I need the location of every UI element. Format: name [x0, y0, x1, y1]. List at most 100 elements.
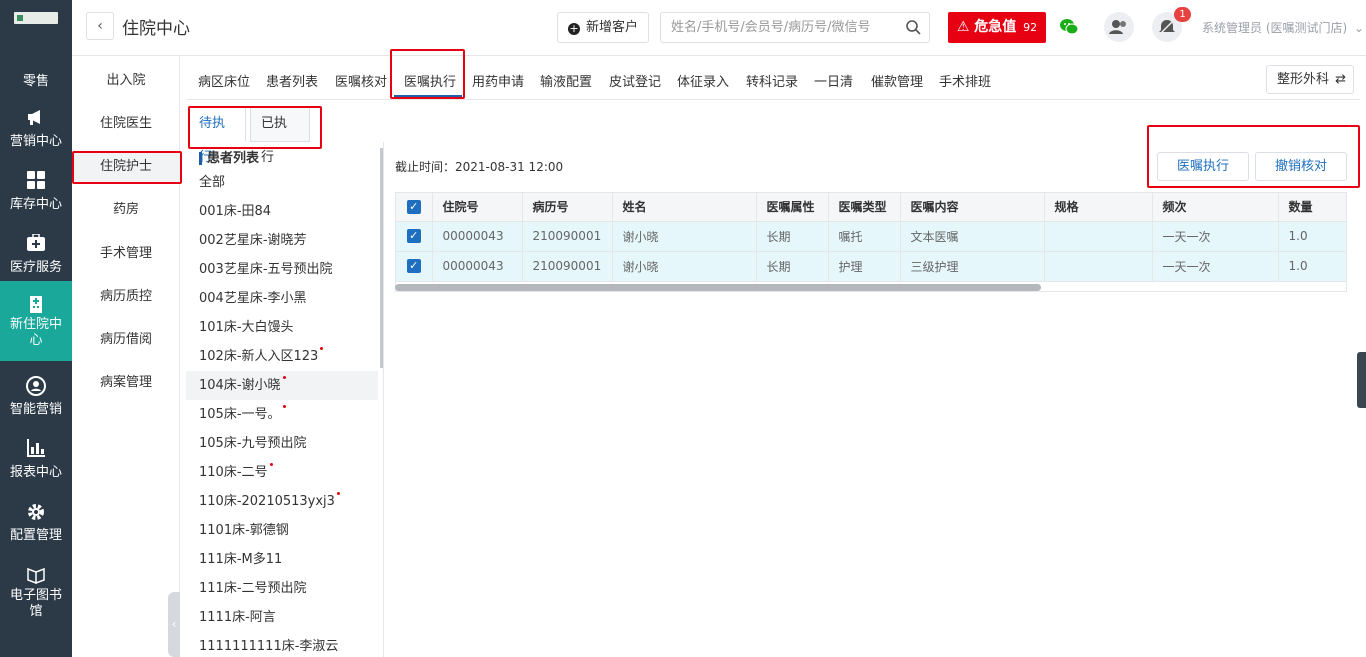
patient-list-item[interactable]: 104床-谢小晓 [186, 371, 378, 400]
main-sidebar: 零售 营销中心 库存中心 医疗服务 新住院中心 智能营销 报表中心 配置管理 电… [0, 0, 72, 657]
back-button[interactable]: ‹ [86, 12, 114, 40]
side-widget-handle[interactable] [1357, 352, 1366, 408]
secondary-sidebar: 出入院 住院医生 住院护士 药房 手术管理 病历质控 病历借阅 病案管理 [72, 56, 180, 657]
patient-list-item[interactable]: 1111床-阿言 [186, 603, 378, 632]
patient-list-item[interactable]: 001床-田84 [186, 197, 378, 226]
nav-retail[interactable]: 零售 [0, 70, 72, 89]
critical-value-count: 92 [1023, 21, 1038, 34]
table-row[interactable]: ✓ 00000043 210090001 谢小晓 长期 嘱托 文本医嘱 一天一次… [396, 221, 1346, 252]
department-switch-button[interactable]: 整形外科 ⇄ [1266, 65, 1354, 94]
patient-list-item[interactable]: 111床-M多11 [186, 545, 378, 574]
cancel-check-button[interactable]: 撤销核对 [1255, 152, 1347, 181]
column-header[interactable]: 医嘱内容 [900, 193, 1045, 222]
critical-value-button[interactable]: ⚠ 危急值 92 [948, 12, 1046, 43]
tab-infusion-config[interactable]: 输液配置 [540, 71, 592, 90]
tab-order-check[interactable]: 医嘱核对 [335, 71, 387, 90]
tab-daily-bill[interactable]: 一日清 [814, 71, 853, 90]
check-icon: ✓ [406, 229, 421, 244]
column-header[interactable]: 姓名 [612, 193, 757, 222]
patient-list-item[interactable]: 102床-新人入区123 [186, 342, 378, 371]
column-header[interactable]: 住院号 [432, 193, 523, 222]
tab-vital-signs[interactable]: 体征录入 [677, 71, 729, 90]
wechat-icon[interactable] [1058, 16, 1080, 38]
order-table: ✓ 住院号 病历号 姓名 医嘱属性 医嘱类型 医嘱内容 规格 频次 数量 ✓ 0… [395, 192, 1347, 292]
row-checkbox[interactable]: ✓ [396, 251, 433, 282]
patient-list-item[interactable]: 004艺星床-李小黑 [186, 284, 378, 313]
table-cell: 谢小晓 [612, 251, 757, 282]
nav-e-library[interactable]: 电子图书馆 [0, 566, 72, 620]
check-icon: ✓ [406, 259, 421, 274]
table-cell [1044, 221, 1153, 252]
tab-order-execution[interactable]: 医嘱执行 [404, 71, 456, 90]
patient-list-item[interactable]: 110床-二号 [186, 458, 378, 487]
table-horizontal-scrollbar[interactable] [395, 284, 1041, 291]
patient-list-item[interactable]: 全部 [186, 168, 378, 197]
subnav-inpatient-doctor[interactable]: 住院医生 [72, 109, 180, 139]
patient-list-item[interactable]: 105床-九号预出院 [186, 429, 378, 458]
patient-list-item[interactable]: 003艺星床-五号预出院 [186, 255, 378, 284]
tab-payment-reminder[interactable]: 催款管理 [871, 71, 923, 90]
tab-executed[interactable]: 已执行 [250, 106, 310, 165]
medkit-icon [0, 233, 72, 254]
nav-medical-service[interactable]: 医疗服务 [0, 233, 72, 275]
nav-config-management[interactable]: 配置管理 [0, 502, 72, 543]
table-cell [1044, 251, 1153, 282]
gear-icon [0, 502, 72, 522]
tab-skin-test[interactable]: 皮试登记 [609, 71, 661, 90]
patient-list-item[interactable]: 1111111111床-李淑云 [186, 632, 378, 657]
tab-surgery-schedule[interactable]: 手术排班 [939, 71, 991, 90]
tab-pending[interactable]: 待执行 [188, 106, 246, 165]
column-header[interactable]: 医嘱类型 [828, 193, 901, 222]
order-execution-main: 截止时间：2021-08-31 12:00 医嘱执行 撤销核对 ✓ 住院号 病历… [385, 142, 1366, 657]
patient-label: 110床-二号 [199, 465, 268, 480]
unread-dot-icon [282, 405, 286, 408]
tab-ward-beds[interactable]: 病区床位 [198, 71, 250, 90]
user-menu[interactable]: 系统管理员 (医嘱测试门店) ⌄ [1202, 19, 1364, 36]
nav-report-center[interactable]: 报表中心 [0, 439, 72, 480]
tab-medication-request[interactable]: 用药申请 [472, 71, 524, 90]
column-header[interactable]: 病历号 [522, 193, 613, 222]
subnav-record-quality[interactable]: 病历质控 [72, 282, 180, 312]
page-title: 住院中心 [122, 19, 190, 39]
unread-dot-icon [269, 463, 273, 466]
subnav-pharmacy[interactable]: 药房 [72, 195, 180, 225]
table-row[interactable]: ✓ 00000043 210090001 谢小晓 长期 护理 三级护理 一天一次… [396, 251, 1346, 282]
nav-smart-marketing[interactable]: 智能营销 [0, 376, 72, 417]
table-cell: 1.0 [1278, 251, 1346, 282]
column-header[interactable]: 医嘱属性 [756, 193, 829, 222]
execute-order-button[interactable]: 医嘱执行 [1157, 152, 1249, 181]
tab-transfer-records[interactable]: 转科记录 [746, 71, 798, 90]
search-input[interactable] [661, 13, 897, 42]
nav-marketing-center[interactable]: 营销中心 [0, 108, 72, 149]
add-customer-button[interactable]: + 新增客户 [557, 12, 649, 43]
patient-list-item[interactable]: 110床-20210513yxj3 [186, 487, 378, 516]
patient-list-item[interactable]: 101床-大白馒头 [186, 313, 378, 342]
row-checkbox[interactable]: ✓ [396, 221, 433, 252]
group-users-icon[interactable] [1104, 12, 1134, 42]
plus-circle-icon: + [568, 22, 580, 35]
sidebar-collapse-handle[interactable]: ‹ [168, 592, 180, 657]
patient-list-item[interactable]: 105床-一号。 [186, 400, 378, 429]
subnav-inpatient-nurse[interactable]: 住院护士 [72, 152, 180, 182]
patient-label: 全部 [199, 175, 226, 190]
table-cell: 长期 [756, 221, 829, 252]
notification-badge: 1 [1174, 7, 1191, 22]
patient-list-scrollbar[interactable] [380, 148, 383, 368]
nav-new-inpatient-center[interactable]: 新住院中心 [0, 281, 72, 361]
column-header[interactable]: 规格 [1044, 193, 1153, 222]
patient-list-item[interactable]: 1101床-郭德钢 [186, 516, 378, 545]
patient-label: 101床-大白馒头 [199, 320, 294, 335]
nav-e-library-label: 电子图书馆 [9, 588, 62, 619]
nav-inventory-center[interactable]: 库存中心 [0, 171, 72, 212]
subnav-case-management[interactable]: 病案管理 [72, 368, 180, 398]
select-all-checkbox[interactable]: ✓ [396, 193, 433, 222]
search-icon[interactable] [905, 19, 921, 35]
patient-list-item[interactable]: 111床-二号预出院 [186, 574, 378, 603]
column-header[interactable]: 频次 [1152, 193, 1279, 222]
tab-patient-list[interactable]: 患者列表 [266, 71, 318, 90]
column-header[interactable]: 数量 [1278, 193, 1346, 222]
patient-list-item[interactable]: 002艺星床-谢晓芳 [186, 226, 378, 255]
subnav-admission-discharge[interactable]: 出入院 [72, 66, 180, 96]
subnav-record-borrowing[interactable]: 病历借阅 [72, 325, 180, 355]
subnav-surgery-management[interactable]: 手术管理 [72, 239, 180, 269]
